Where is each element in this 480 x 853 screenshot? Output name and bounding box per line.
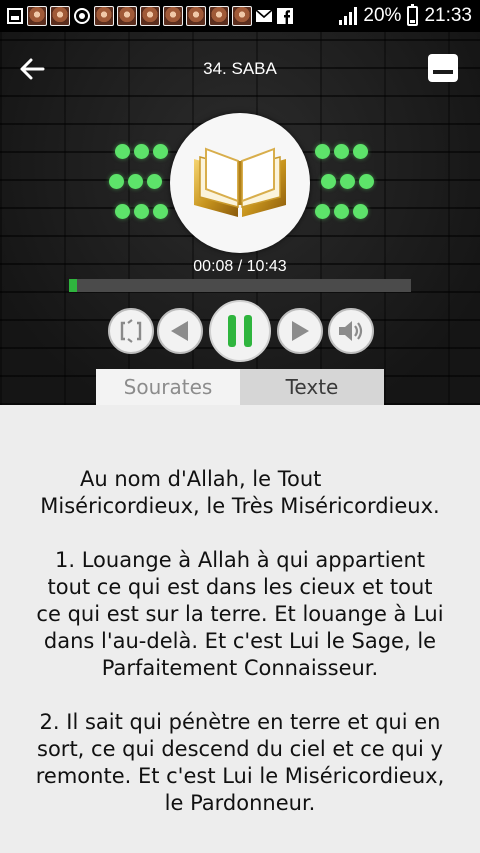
equalizer-dot	[134, 144, 149, 159]
next-icon	[292, 321, 309, 341]
equalizer-dot	[109, 174, 124, 189]
equalizer-dot	[115, 144, 130, 159]
equalizer-dot	[334, 144, 349, 159]
contact-photo-icon	[209, 6, 229, 26]
progress-fill	[69, 279, 77, 292]
basmala-line-1: Au nom d'Allah, le Tout	[80, 467, 322, 491]
progress-bar[interactable]	[69, 279, 411, 292]
mail-icon	[255, 7, 273, 25]
contact-photo-icon	[117, 6, 137, 26]
verse-1-line-5: Parfaitement Connaisseur.	[101, 656, 379, 680]
battery-icon	[407, 4, 419, 26]
verse-2-line-1: 2. Il sait qui pénètre en terre et qui e…	[39, 710, 441, 734]
tab-texte[interactable]: Texte	[240, 369, 384, 405]
repeat-button[interactable]	[108, 308, 154, 354]
equalizer-dot	[353, 144, 368, 159]
verse-1-line-1: 1. Louange à Allah à qui appartient	[55, 548, 425, 572]
status-bar: 20% 21:33	[0, 0, 480, 32]
contact-photo-icon	[232, 6, 252, 26]
verse-2-line-4: le Pardonneur.	[164, 791, 316, 815]
system-status: 20% 21:33	[339, 3, 472, 29]
quran-book-icon	[194, 147, 286, 217]
equalizer-dot	[340, 174, 355, 189]
notification-icons	[6, 6, 294, 26]
menu-button[interactable]	[428, 54, 458, 82]
verse-2-line-2: sort, ce qui descend du ciel et ce qui y	[37, 737, 443, 761]
screenshot-icon	[6, 7, 24, 25]
equalizer-dot	[153, 144, 168, 159]
facebook-icon	[276, 7, 294, 25]
contact-photo-icon	[186, 6, 206, 26]
equalizer-dot	[315, 144, 330, 159]
volume-icon	[339, 321, 363, 341]
equalizer-dot	[134, 204, 149, 219]
equalizer-dot	[128, 174, 143, 189]
tab-sourates[interactable]: Sourates	[96, 369, 240, 405]
equalizer-dot	[334, 204, 349, 219]
contact-photo-icon	[94, 6, 114, 26]
equalizer-dot	[315, 204, 330, 219]
player-panel: 34. SABA 00:08 / 10:43 Sourates Texte	[0, 32, 480, 405]
quran-artwork	[170, 113, 310, 253]
contact-photo-icon	[50, 6, 70, 26]
pause-icon	[228, 315, 252, 347]
volume-button[interactable]	[328, 308, 374, 354]
contact-photo-icon	[140, 6, 160, 26]
equalizer-dot	[153, 204, 168, 219]
contact-photo-icon	[27, 6, 47, 26]
tab-bar: Sourates Texte	[96, 369, 384, 405]
battery-percent: 20%	[363, 5, 402, 26]
basmala-line-2: Miséricordieux, le Très Miséricordieux.	[40, 494, 440, 518]
playback-controls	[0, 297, 480, 367]
verse-1-line-4: dans l'au-delà. Et c'est Lui le Sage, le	[43, 629, 437, 653]
arrow-left-icon	[20, 58, 45, 80]
repeat-icon	[120, 319, 142, 343]
back-button[interactable]	[12, 52, 52, 86]
verse-2-line-3: remonte. Et c'est Lui le Miséricordieux,	[35, 764, 445, 788]
pause-button[interactable]	[209, 300, 271, 362]
equalizer-dot	[115, 204, 130, 219]
equalizer-dot	[321, 174, 336, 189]
sync-icon	[73, 7, 91, 25]
next-button[interactable]	[277, 308, 323, 354]
surah-text: Au nom d'Allah, le Tout Miséricordieux, …	[0, 405, 480, 853]
clock: 21:33	[424, 5, 472, 26]
equalizer-dots-right	[315, 144, 374, 220]
time-display: 00:08 / 10:43	[193, 258, 287, 275]
contact-photo-icon	[163, 6, 183, 26]
menu-icon	[433, 70, 453, 74]
previous-button[interactable]	[157, 308, 203, 354]
equalizer-dot	[353, 204, 368, 219]
surah-title: 34. SABA	[203, 59, 277, 78]
verse-1-line-2: tout ce qui est dans les cieux et tout	[47, 575, 433, 599]
app-bar: 34. SABA	[0, 32, 480, 106]
equalizer-dot	[359, 174, 374, 189]
signal-icon	[339, 7, 358, 25]
previous-icon	[171, 321, 188, 341]
equalizer-dot	[147, 174, 162, 189]
equalizer-dots-left	[109, 144, 168, 220]
verse-1-line-3: ce qui est sur la terre. Et louange à Lu…	[36, 602, 444, 626]
